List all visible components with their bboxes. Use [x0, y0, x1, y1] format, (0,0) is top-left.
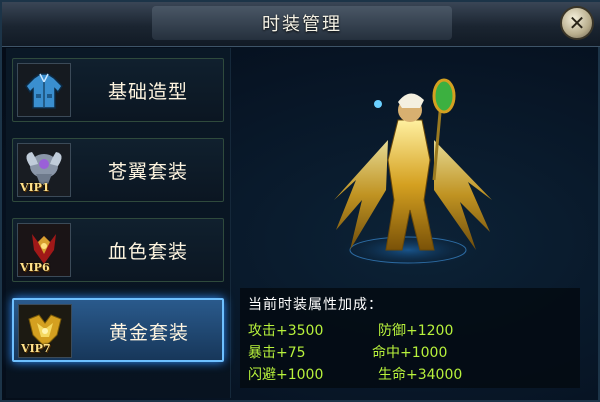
- stat-attack: 攻击+3500: [248, 323, 324, 339]
- stat-dodge: 闪避+1000: [248, 367, 324, 383]
- outfit-item-basic[interactable]: 基础造型: [12, 58, 224, 122]
- stat-defense: 防御+1200: [378, 323, 454, 339]
- stat-critical: 暴击+75: [248, 345, 306, 361]
- window-title: 时装管理: [262, 14, 342, 35]
- outfit-list: 基础造型 VIP1 苍翼套装 VIP6 血色套装 VIP7 黄金套装: [6, 48, 231, 398]
- outfit-label: 基础造型: [107, 80, 188, 103]
- golden-armor-icon: VIP7: [18, 304, 72, 358]
- outfit-item-crimson[interactable]: VIP6 血色套装: [12, 218, 224, 282]
- outfit-window: 时装管理 ✕ 基础造型 VIP1 苍翼套装 VIP6 血色套装 VIP7 黄金套…: [0, 0, 600, 402]
- outfit-item-golden[interactable]: VIP7 黄金套装: [12, 298, 224, 362]
- vip-badge: VIP1: [20, 181, 50, 194]
- winged-armor-icon: VIP1: [17, 143, 71, 197]
- title-plate: 时装管理: [152, 6, 452, 40]
- stat-health: 生命+34000: [378, 367, 463, 383]
- vip-badge: VIP6: [20, 261, 50, 274]
- close-button[interactable]: ✕: [560, 6, 594, 40]
- jacket-icon: [17, 63, 71, 117]
- outfit-label: 血色套装: [107, 240, 188, 263]
- crimson-armor-icon: VIP6: [17, 223, 71, 277]
- vip-badge: VIP7: [21, 342, 51, 355]
- stats-panel: 当前时装属性加成： 攻击+3500 防御+1200 暴击+75 命中+1000 …: [240, 288, 580, 388]
- outfit-item-azure-wing[interactable]: VIP1 苍翼套装: [12, 138, 224, 202]
- close-icon: ✕: [568, 11, 586, 35]
- character-preview: [238, 50, 592, 288]
- outfit-label: 苍翼套装: [107, 160, 188, 183]
- stat-accuracy: 命中+1000: [372, 345, 448, 361]
- stats-title: 当前时装属性加成：: [248, 297, 383, 313]
- outfit-label: 黄金套装: [108, 321, 189, 344]
- title-bar: 时装管理: [2, 2, 600, 47]
